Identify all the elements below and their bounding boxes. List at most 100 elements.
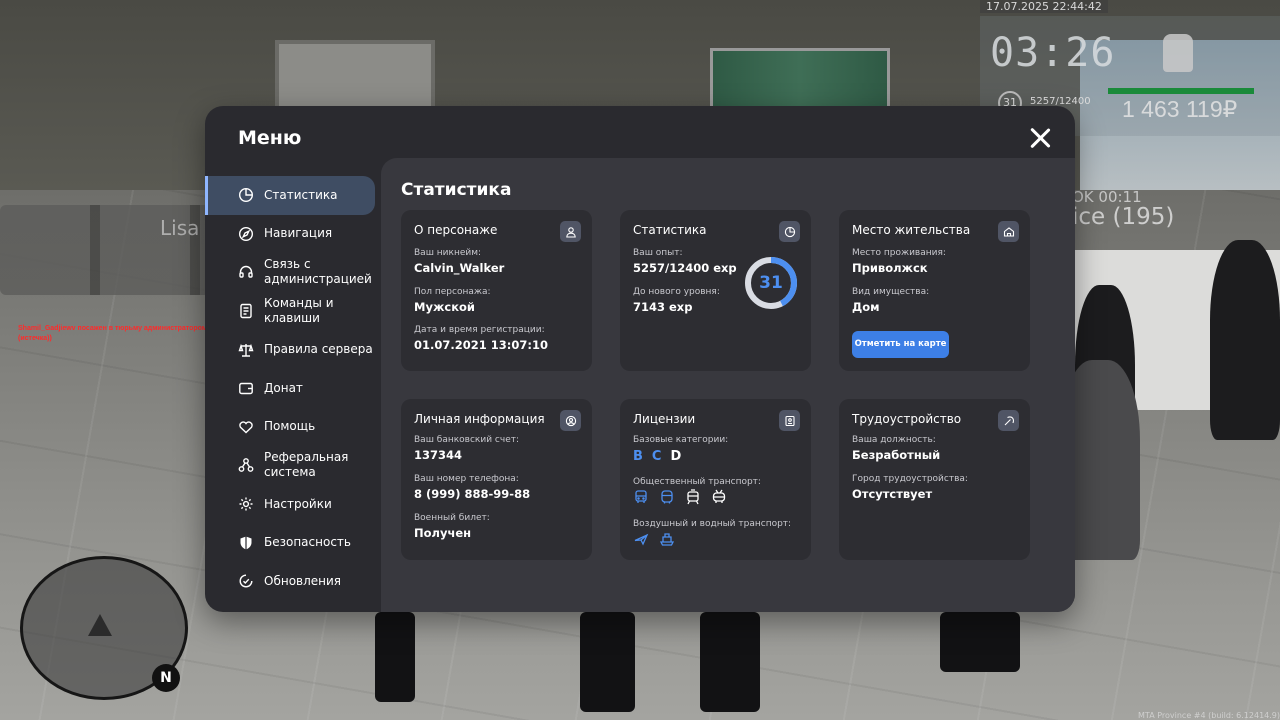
nav-label: Обновления — [264, 573, 342, 588]
public-transport-icons — [633, 489, 727, 505]
house-icon — [998, 221, 1019, 242]
place-value: Приволжск — [852, 261, 928, 275]
shield-icon — [240, 536, 252, 550]
fist-icon — [1163, 34, 1193, 72]
nav-item-help[interactable]: Помощь — [205, 408, 375, 447]
user-icon — [560, 221, 581, 242]
heart-hands-icon — [239, 421, 253, 434]
license-categories: B C D — [633, 449, 681, 464]
wallet-icon — [239, 383, 253, 395]
face-icon — [560, 410, 581, 431]
card-employment: Трудоустройство Ваша должность: Безработ… — [839, 399, 1030, 560]
nav-item-security[interactable]: Безопасность — [205, 523, 375, 562]
place-label: Место проживания: — [852, 248, 946, 258]
nav-label: Правила сервера — [264, 342, 373, 357]
hud-clock: 03:26 — [990, 30, 1116, 76]
nav-item-donate[interactable]: Донат — [205, 369, 375, 408]
compass-icon — [238, 226, 254, 241]
nickname-label: Ваш никнейм: — [414, 248, 482, 258]
pie-chart-icon — [779, 221, 800, 242]
nav-label: Команды и клавиши — [264, 296, 334, 326]
employment-city-value: Отсутствует — [852, 487, 933, 501]
phone-value: 8 (999) 888-99-88 — [414, 487, 531, 501]
player-tag: ice (195) — [1072, 204, 1175, 230]
bank-label: Ваш банковский счет: — [414, 435, 520, 445]
public-transport-label: Общественный транспорт: — [633, 477, 761, 487]
page-title: Статистика — [401, 180, 512, 200]
hud-datetime: 17.07.2025 22:44:42 — [980, 0, 1108, 13]
nav-item-statistics[interactable]: Статистика — [205, 176, 375, 215]
nav-item-navigation[interactable]: Навигация — [205, 215, 375, 254]
compass-north: N — [152, 664, 180, 692]
nav-item-commands[interactable]: Команды и клавиши — [205, 292, 375, 331]
next-level-label: До нового уровня: — [633, 287, 720, 297]
npc-legs — [580, 612, 635, 712]
nav-label: Реферальная система — [264, 450, 349, 480]
network-icon — [238, 458, 254, 473]
hud-money: 1 463 119₽ — [1122, 96, 1238, 122]
green-door — [710, 48, 890, 110]
nav-item-settings[interactable]: Настройки — [205, 485, 375, 524]
air-water-label: Воздушный и водный транспорт: — [633, 519, 792, 529]
tram-icon — [687, 489, 699, 505]
npc-figure — [1210, 240, 1280, 440]
npc-legs — [940, 612, 1020, 672]
military-value: Получен — [414, 526, 472, 540]
exp-label: Ваш опыт: — [633, 248, 683, 258]
phone-label: Ваш номер телефона: — [414, 474, 519, 484]
id-card-icon — [779, 410, 800, 431]
gender-label: Пол персонажа: — [414, 287, 491, 297]
position-value: Безработный — [852, 448, 941, 462]
license-c: C — [651, 449, 662, 464]
npc-name-tag: Lisa — [160, 216, 200, 240]
gender-value: Мужской — [414, 300, 475, 314]
license-b: B — [633, 449, 643, 464]
statistics-panel: Статистика О персонаже Ваш никнейм: Calv… — [381, 158, 1075, 612]
close-button[interactable] — [1029, 127, 1051, 149]
military-label: Военный билет: — [414, 513, 490, 523]
next-level-value: 7143 exp — [633, 300, 693, 314]
air-water-icons — [633, 531, 675, 547]
mark-on-map-button[interactable]: Отметить на карте — [852, 331, 949, 358]
nav-label: Помощь — [264, 419, 316, 434]
sidebar: Статистика Навигация Связь с администрац… — [205, 176, 381, 601]
level-number: 31 — [759, 273, 783, 293]
property-value: Дом — [852, 300, 880, 314]
reg-label: Дата и время регистрации: — [414, 325, 545, 335]
nav-item-updates[interactable]: Обновления — [205, 562, 375, 601]
document-icon — [240, 303, 252, 319]
nav-item-contact-admin[interactable]: Связь с администрацией — [205, 253, 375, 292]
card-title: Трудоустройство — [852, 412, 962, 426]
npc-legs — [700, 612, 760, 712]
card-title: Личная информация — [414, 412, 545, 426]
card-licenses: Лицензии Базовые категории: B C D Общест… — [620, 399, 811, 560]
nav-item-referral[interactable]: Реферальная система — [205, 446, 375, 485]
menu-window: Меню Статистика Навигация Связь с админи… — [205, 106, 1075, 612]
door — [275, 40, 435, 110]
card-residence: Место жительства Место проживания: Приво… — [839, 210, 1030, 371]
property-label: Вид имущества: — [852, 287, 930, 297]
headset-icon — [239, 266, 253, 279]
nav-label: Безопасность — [264, 535, 351, 550]
health-bar — [1108, 88, 1254, 94]
bus-icon — [635, 490, 647, 503]
card-personal: Личная информация Ваш банковский счет: 1… — [401, 399, 592, 560]
reg-value: 01.07.2021 13:07:10 — [414, 338, 548, 352]
refresh-check-icon — [239, 574, 253, 588]
nav-label: Навигация — [264, 226, 333, 241]
scales-icon — [238, 343, 254, 357]
nav-label: Донат — [264, 380, 303, 395]
build-info: MTA Province #4 (build: 6.12414.9) — [1138, 711, 1280, 720]
trolleybus-icon — [712, 489, 726, 503]
card-title: Лицензии — [633, 412, 696, 426]
exp-value: 5257/12400 exp — [633, 261, 737, 275]
nickname-value: Calvin_Walker — [414, 261, 505, 275]
nav-label: Настройки — [264, 496, 332, 511]
player-arrow-icon — [88, 614, 112, 636]
nav-item-rules[interactable]: Правила сервера — [205, 330, 375, 369]
card-statistics: Статистика Ваш опыт: 5257/12400 exp До н… — [620, 210, 811, 371]
menu-title: Меню — [238, 127, 302, 149]
pie-chart-icon — [238, 188, 254, 203]
position-label: Ваша должность: — [852, 435, 936, 445]
license-d: D — [670, 449, 682, 464]
